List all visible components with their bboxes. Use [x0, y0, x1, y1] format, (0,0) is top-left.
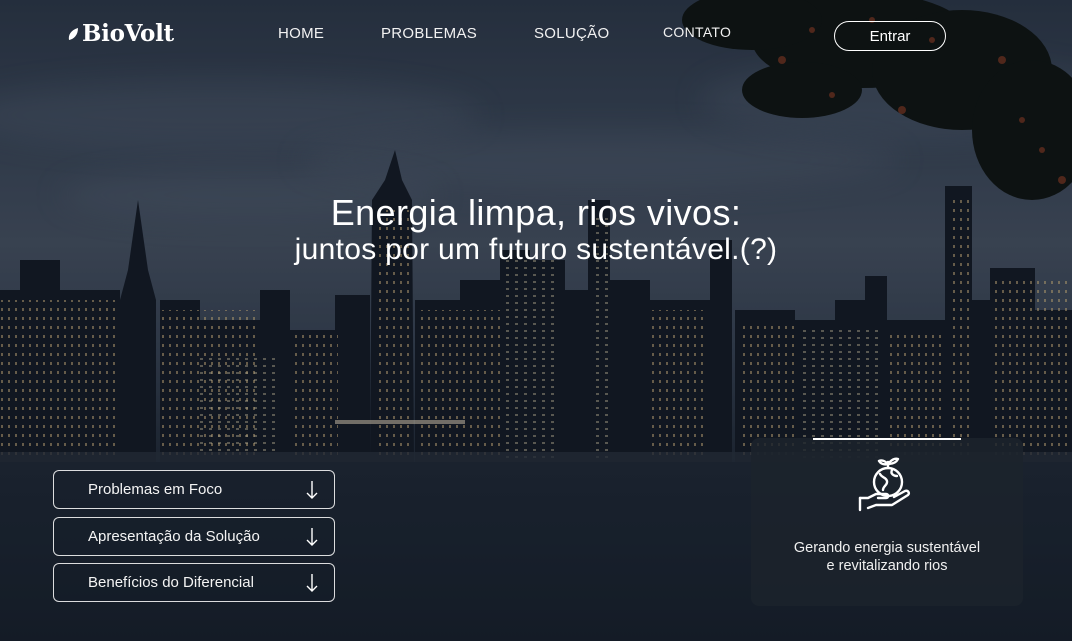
caption-line-1: Gerando energia sustentável — [793, 540, 981, 556]
caption-line-2: e revitalizando rios — [826, 558, 948, 574]
menu-beneficios-button[interactable]: Benefícios do Diferencial — [53, 563, 335, 602]
hero-subtitle: juntos por um futuro sustentável.(?) — [294, 233, 778, 266]
plant-in-hand-icon — [858, 457, 910, 512]
menu-solucao-button[interactable]: Apresentação da Solução — [53, 517, 335, 556]
top-navbar: BioVolt HOME PROBLEMAS SOLUÇÃO CONTATO E… — [0, 0, 1072, 70]
feature-card: Gerando energia sustentável e revitaliza… — [751, 438, 1023, 606]
arrow-down-icon — [306, 574, 318, 592]
menu-label: Benefícios do Diferencial — [88, 574, 254, 591]
nav-solucao[interactable]: SOLUÇÃO — [534, 25, 609, 42]
menu-label: Apresentação da Solução — [88, 528, 260, 545]
arrow-down-icon — [306, 481, 318, 499]
brand-name: BioVolt — [82, 20, 174, 47]
arrow-down-icon — [306, 528, 318, 546]
menu-label: Problemas em Foco — [88, 481, 223, 498]
hero-title: Energia limpa, rios vivos: — [330, 192, 742, 233]
login-button[interactable]: Entrar — [834, 21, 946, 51]
menu-problemas-button[interactable]: Problemas em Foco — [53, 470, 335, 509]
nav-contato[interactable]: CONTATO — [663, 24, 731, 40]
card-caption: Gerando energia sustentável e revitaliza… — [751, 539, 1023, 575]
brand-logo[interactable]: BioVolt — [67, 20, 174, 47]
nav-home[interactable]: HOME — [278, 25, 324, 42]
card-accent-bar — [813, 438, 961, 440]
leaf-icon — [68, 27, 78, 40]
nav-problemas[interactable]: PROBLEMAS — [381, 25, 477, 42]
